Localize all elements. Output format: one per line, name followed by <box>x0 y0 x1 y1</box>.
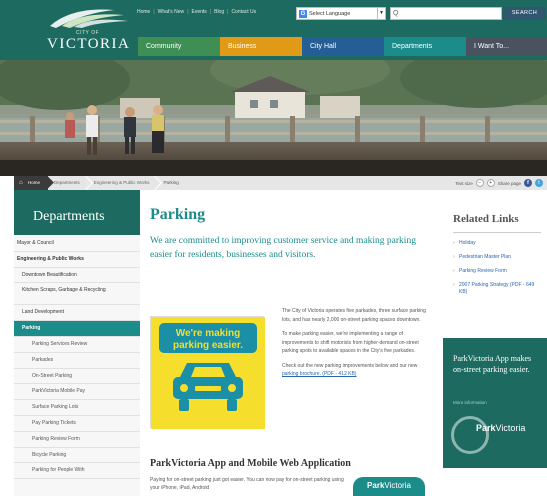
related-link-pedestrian-plan[interactable]: Pedestrian Master Plan <box>453 254 541 261</box>
parking-brochure-link[interactable]: parking brochure. (PDF - 412 KB) <box>282 371 356 377</box>
twitter-icon[interactable]: t <box>535 179 543 187</box>
sidebar: Departments Mayor & Council Engineering … <box>14 190 140 496</box>
related-link-parking-strategy[interactable]: 2007 Parking Strategy (PDF - 649 KB) <box>453 282 541 296</box>
utility-separator: | <box>187 9 189 15</box>
promo-graphic: We're making parking easier. <box>150 316 265 429</box>
intro-text: The City of Victoria operates five parka… <box>282 307 426 385</box>
parking-p-icon <box>451 416 489 454</box>
utility-separator: | <box>209 9 212 15</box>
app-section-text: Paying for on-street parking just got ea… <box>150 477 344 491</box>
text-size-label: Text size <box>455 180 473 186</box>
text-decrease-icon[interactable]: − <box>475 179 484 187</box>
facebook-icon[interactable]: f <box>524 179 532 187</box>
home-icon: ⌂ <box>19 180 23 186</box>
sidebar-item-engineering[interactable]: Engineering & Public Works <box>14 252 140 268</box>
share-page-label: Share page <box>497 180 521 186</box>
search-input[interactable]: Q <box>390 7 502 20</box>
breadcrumb-engineering[interactable]: Engineering & Public Works <box>88 176 158 190</box>
intro-paragraph-3-text: Check out the new parking improvements b… <box>282 362 418 369</box>
app-card-brand-rest: Victoria <box>495 423 526 433</box>
intro-paragraph-1: The City of Victoria operates five parka… <box>282 308 426 323</box>
parkvictoria-logo-bold: Park <box>367 481 385 490</box>
utility-link-blog[interactable]: Blog <box>214 9 224 15</box>
related-links: Holiday Pedestrian Master Plan Parking R… <box>453 240 541 303</box>
sidebar-item-parkades[interactable]: Parkades <box>14 353 140 369</box>
breadcrumb: ⌂ Home Departments Engineering & Public … <box>14 176 547 190</box>
breadcrumb-home[interactable]: ⌂ Home <box>14 176 49 190</box>
related-links-title: Related Links <box>453 213 519 225</box>
app-card-heading: ParkVictoria App makes on-street parking… <box>453 354 532 374</box>
app-card-brand-bold: Park <box>476 423 496 433</box>
nav-tab-city-hall[interactable]: City Hall <box>302 37 384 56</box>
sidebar-item-kitchen-scraps[interactable]: Kitchen Scraps, Garbage & Recycling <box>14 283 140 306</box>
city-logo[interactable]: CITY OF VICTORIA <box>42 6 132 54</box>
related-link-holiday[interactable]: Holiday <box>453 240 541 247</box>
related-link-review-form[interactable]: Parking Review Form <box>453 268 541 275</box>
app-card-more-link[interactable]: More information <box>453 400 487 405</box>
sidebar-header: Departments <box>14 190 140 235</box>
logo-victoria: VICTORIA <box>47 36 131 52</box>
nav-tab-departments[interactable]: Departments <box>384 37 466 56</box>
sidebar-item-on-street[interactable]: On-Street Parking <box>14 369 140 385</box>
google-translate-icon: G <box>299 9 307 18</box>
city-logo-mark <box>50 9 128 28</box>
page-tools: Text size − + Share page f t <box>455 179 547 187</box>
language-select[interactable]: G Select Language ▼ <box>296 7 386 20</box>
sidebar-item-review-form[interactable]: Parking Review Form <box>14 432 140 448</box>
sidebar-item-tickets[interactable]: Pay Parking Tickets <box>14 416 140 432</box>
site-header: CITY OF VICTORIA Home | What's New | Eve… <box>0 0 547 60</box>
utility-link-home[interactable]: Home <box>137 9 150 15</box>
hero-photo <box>0 60 547 176</box>
chevron-down-icon: ▼ <box>377 8 385 19</box>
sidebar-item-downtown[interactable]: Downtown Beautification <box>14 268 140 284</box>
parkvictoria-logo: ParkVictoria <box>353 477 425 496</box>
intro-paragraph-2: To make parking easier, we're implementi… <box>282 331 419 354</box>
main-nav: Community Business City Hall Departments… <box>138 37 547 56</box>
promo-text-line2: parking easier. <box>173 340 243 351</box>
nav-tab-community[interactable]: Community <box>138 37 220 56</box>
app-promo-card[interactable]: ParkVictoria App makes on-street parking… <box>443 338 547 468</box>
nav-tab-business[interactable]: Business <box>220 37 302 56</box>
breadcrumb-home-label: Home <box>28 180 41 185</box>
parkvictoria-logo-rest: Victoria <box>384 481 411 490</box>
utility-link-contact[interactable]: Contact Us <box>231 9 256 15</box>
sidebar-item-parking[interactable]: Parking <box>14 321 140 337</box>
promo-text-line1: We're making <box>176 328 240 339</box>
search-icon: Q <box>393 10 399 17</box>
sidebar-item-mayor-council[interactable]: Mayor & Council <box>14 236 140 252</box>
breadcrumb-current: Parking <box>163 180 179 185</box>
utility-separator: | <box>153 9 155 15</box>
app-section-title: ParkVictoria App and Mobile Web Applicat… <box>150 458 351 469</box>
breadcrumb-departments[interactable]: Departments <box>48 176 88 190</box>
app-card-brand: ParkVictoria <box>476 423 525 433</box>
utility-links: Home | What's New | Events | Blog | Cont… <box>137 9 256 15</box>
hero-image <box>0 60 547 176</box>
utility-separator: | <box>227 9 229 15</box>
parking-easier-graphic: We're making parking easier. <box>151 317 265 429</box>
sidebar-item-surface-lots[interactable]: Surface Parking Lots <box>14 400 140 416</box>
search-button[interactable]: SEARCH <box>503 7 546 20</box>
utility-link-events[interactable]: Events <box>192 9 207 15</box>
sidebar-item-mobile-pay[interactable]: ParkVictoria Mobile Pay <box>14 384 140 401</box>
sidebar-item-parking-review[interactable]: Parking Services Review <box>14 337 140 353</box>
utility-link-whats-new[interactable]: What's New <box>158 9 185 15</box>
sidebar-item-bicycle[interactable]: Bicycle Parking <box>14 448 140 464</box>
sidebar-item-land-development[interactable]: Land Development <box>14 305 140 322</box>
sidebar-title: Departments <box>33 209 105 224</box>
intro-paragraph-3: Check out the new parking improvements b… <box>282 362 426 379</box>
related-divider <box>453 232 541 233</box>
lead-paragraph: We are committed to improving customer s… <box>150 236 416 260</box>
text-increase-icon[interactable]: + <box>486 179 495 187</box>
nav-tab-i-want-to[interactable]: I Want To... <box>466 37 547 56</box>
sidebar-nav: Mayor & Council Engineering & Public Wor… <box>14 236 140 480</box>
language-select-label: Select Language <box>309 10 351 17</box>
sidebar-item-people-with[interactable]: Parking for People With <box>14 463 140 480</box>
page-title: Parking <box>150 206 206 223</box>
